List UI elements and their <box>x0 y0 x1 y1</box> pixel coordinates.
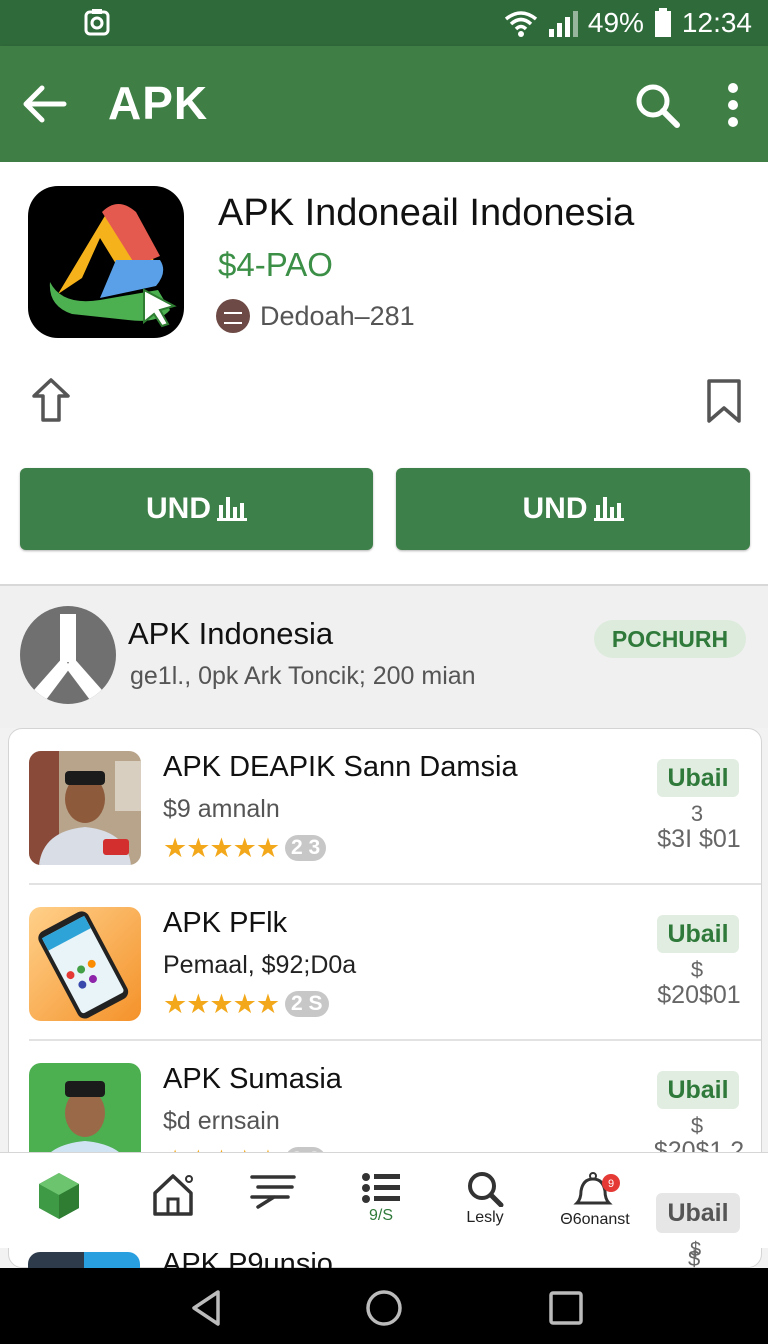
search-icon[interactable] <box>634 82 680 128</box>
review-count: 2 3 <box>285 835 327 861</box>
status-right: 49% 12:34 <box>504 6 752 40</box>
item-price-top: $ <box>690 957 704 982</box>
app-name: APK Indoneail Indonesia <box>218 192 635 234</box>
list-icon <box>362 1173 400 1203</box>
item-title: APK PFlk <box>163 907 288 939</box>
developer-section[interactable]: APK Indonesia ge1l., 0pk Ark Toncik; 200… <box>0 586 768 728</box>
item-title: APK Sumasia <box>163 1063 342 1095</box>
app-header-card: APK Indoneail Indonesia $4-PAO Dedoah–28… <box>0 162 768 586</box>
wifi-icon <box>504 11 537 37</box>
app-bar: APK <box>0 46 768 162</box>
nav-item-home[interactable] <box>128 1171 218 1241</box>
clock: 12:34 <box>681 7 752 38</box>
developer-badge-icon <box>216 299 250 333</box>
item-title: APK DEAPIK Sann Damsia <box>163 751 518 783</box>
bookmark-icon[interactable] <box>704 378 744 424</box>
battery-percent: 49% <box>587 7 644 38</box>
item-price-top: $ <box>690 1113 704 1138</box>
app-bar-title: APK <box>108 77 209 129</box>
und-button-2[interactable]: UND <box>396 468 750 550</box>
star-rating-icon: ★★★★★ <box>163 832 280 863</box>
svg-text:9: 9 <box>608 1178 614 1190</box>
nav-item-feed[interactable] <box>228 1171 318 1241</box>
more-vert-icon[interactable] <box>716 82 750 128</box>
app-logo-icon <box>28 186 184 338</box>
star-rating-icon: ★★★★★ <box>163 988 280 1019</box>
signal-icon <box>548 11 578 37</box>
item-subtitle: Pemaal, $92;D0a <box>163 951 357 979</box>
notification-icon: 9 <box>573 1172 620 1205</box>
app-screen: 49% 12:34 APK APK Indoneail Indonesia $4… <box>0 0 768 1344</box>
ubail-button[interactable]: Ubail <box>657 759 739 797</box>
list-item[interactable]: APK PFlk Pemaal, $92;D0a ★★★★★ 2 S Ubail… <box>9 885 761 1041</box>
review-count: 2 S <box>285 991 329 1017</box>
home-circle-icon[interactable] <box>364 1288 404 1328</box>
und-button-1-label: UND <box>146 492 211 525</box>
share-icon[interactable] <box>28 376 74 424</box>
developer-badge[interactable]: POCHURH <box>594 620 746 658</box>
battery-icon <box>654 8 671 37</box>
und-button-1[interactable]: UND <box>20 468 373 550</box>
bars-icon <box>217 497 247 521</box>
developer-subtitle: ge1l., 0pk Ark Toncik; 200 mian <box>130 662 476 690</box>
back-arrow-icon[interactable] <box>20 82 68 126</box>
rating-row: ★★★★★ 2 S <box>163 989 329 1019</box>
ubail-button[interactable]: Ubail <box>657 915 739 953</box>
app-price: $4-PAO <box>218 246 333 283</box>
developer-title: APK Indonesia <box>128 616 334 651</box>
ubail-button[interactable]: Ubail <box>657 1071 739 1109</box>
item-title: APK P9unsio <box>162 1248 333 1268</box>
nav-price: $ <box>690 1239 702 1261</box>
nav-item-notifications[interactable]: 9 Θ6onanst <box>550 1171 640 1241</box>
nav-label: Θ6onanst <box>560 1211 630 1228</box>
list-item[interactable]: APK DEAPIK Sann Damsia $9 amnaln ★★★★★ 2… <box>9 729 761 885</box>
app-cube-icon <box>39 1173 79 1219</box>
phone-thumbnail <box>29 907 141 1021</box>
nav-item-list[interactable]: 9/S <box>336 1171 426 1241</box>
bars-icon <box>593 497 624 521</box>
item-price-top: 3 <box>690 801 704 826</box>
bottom-nav: 9/S Lesly 9 Θ6onanst Ubail $ <box>0 1152 768 1261</box>
status-bar: 49% 12:34 <box>0 0 768 46</box>
search-icon <box>468 1172 504 1207</box>
list-lines-icon <box>250 1175 296 1209</box>
nav-label: 9/S <box>368 1207 393 1224</box>
item-price: $3I $01 <box>657 825 741 853</box>
back-triangle-icon[interactable] <box>186 1288 226 1328</box>
item-subtitle: $d ernsain <box>163 1107 280 1135</box>
nav-label: Lesly <box>466 1209 504 1226</box>
developer-row[interactable]: Dedoah–281 <box>216 298 415 334</box>
item-price: $20$01 <box>657 981 741 1009</box>
nav-ubail-button[interactable]: Ubail <box>656 1193 740 1233</box>
nav-item-apps[interactable] <box>14 1171 104 1241</box>
nav-item-search[interactable]: Lesly <box>440 1171 530 1241</box>
person-thumbnail <box>29 751 141 865</box>
rating-row: ★★★★★ 2 3 <box>163 832 327 863</box>
peek-thumbnail <box>28 1252 140 1268</box>
item-subtitle: $9 amnaln <box>163 795 280 823</box>
developer-avatar <box>20 606 116 704</box>
screenshot-icon <box>84 9 110 36</box>
und-button-2-label: UND <box>522 492 588 525</box>
recents-square-icon[interactable] <box>546 1288 586 1328</box>
system-nav-bar <box>0 1268 768 1344</box>
home-icon <box>153 1174 193 1216</box>
developer-name: Dedoah–281 <box>260 300 415 331</box>
